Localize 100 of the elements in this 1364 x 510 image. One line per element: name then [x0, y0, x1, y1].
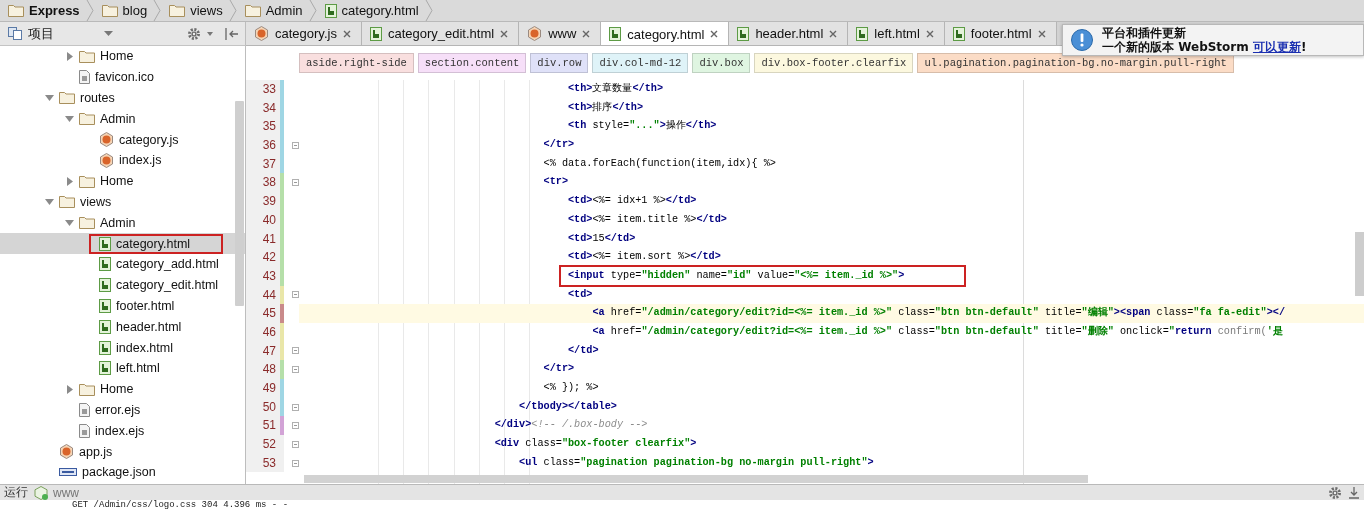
tag-path-item[interactable]: section.content — [417, 53, 527, 73]
hexagon-icon — [34, 485, 49, 500]
code-line: </div><!-- /.box-body --> — [493, 418, 649, 433]
folder-icon — [79, 174, 95, 188]
tree-item[interactable]: views — [0, 191, 245, 213]
collapse-panel-icon[interactable] — [225, 27, 239, 40]
fold-icon[interactable] — [291, 347, 299, 355]
hexagon-icon — [254, 26, 269, 41]
code-line: <td><%= item.title %></td> — [567, 212, 728, 227]
breadcrumb-item[interactable]: Admin — [236, 0, 309, 21]
hexagon-icon — [527, 26, 543, 41]
tree-item[interactable]: Home — [0, 170, 245, 192]
tree-item[interactable]: category.html — [0, 233, 245, 254]
tree-item[interactable]: header.html — [0, 316, 245, 338]
folder-icon — [59, 91, 75, 105]
editor-tab[interactable]: left.html — [848, 22, 945, 45]
close-icon[interactable] — [925, 29, 934, 38]
editor-tab[interactable]: category.html — [601, 22, 730, 45]
fold-icon[interactable] — [291, 366, 299, 374]
fold-icon[interactable] — [291, 141, 299, 149]
close-icon[interactable] — [1037, 29, 1046, 38]
tree-item[interactable]: Home — [0, 46, 245, 67]
run-configuration-tab[interactable]: www — [34, 485, 79, 500]
document-icon — [99, 236, 111, 251]
editor-tab[interactable]: category.js — [246, 22, 362, 45]
document-icon — [99, 298, 111, 313]
fold-icon[interactable] — [291, 422, 299, 430]
tree-item[interactable]: index.html — [0, 337, 245, 358]
tree-item[interactable]: category.js — [0, 129, 245, 150]
document-icon — [99, 278, 111, 293]
close-icon[interactable] — [829, 29, 838, 38]
document-icon — [99, 361, 111, 376]
notification-message: 一个新的版本 WebStorm 可以更新! — [1102, 40, 1307, 54]
fold-icon[interactable] — [291, 291, 299, 299]
tree-item[interactable]: error.ejs — [0, 399, 245, 421]
breadcrumb-item[interactable]: Express — [0, 0, 86, 21]
tag-path-item[interactable]: div.box-footer.clearfix — [754, 53, 914, 73]
editor-tab[interactable]: www — [519, 22, 602, 45]
tag-path-item[interactable]: div.box — [692, 53, 751, 73]
gear-icon[interactable] — [1328, 485, 1342, 500]
fold-icon[interactable] — [291, 440, 299, 448]
tree-item[interactable]: index.ejs — [0, 420, 245, 442]
fold-icon[interactable] — [291, 403, 299, 411]
document-icon — [609, 27, 622, 41]
caret-right-icon[interactable] — [66, 51, 73, 61]
close-icon[interactable] — [342, 29, 351, 38]
document-icon — [737, 26, 750, 41]
caret-down-icon[interactable] — [65, 219, 74, 226]
tree-item[interactable]: Home — [0, 378, 245, 400]
tree-item[interactable]: category_add.html — [0, 253, 245, 275]
breadcrumb-item[interactable]: views — [161, 0, 229, 21]
tree-item[interactable]: routes — [0, 87, 245, 109]
gear-icon[interactable] — [187, 26, 201, 41]
code-line: <th>排序</th> — [567, 100, 645, 115]
tag-path-item[interactable]: aside.right-side — [299, 53, 414, 73]
notification-title: 平台和插件更新 — [1102, 26, 1187, 40]
document-icon — [99, 257, 111, 272]
tree-item[interactable]: package.json — [0, 461, 245, 483]
scrollbar-thumb[interactable] — [235, 101, 244, 306]
fold-icon[interactable] — [291, 179, 299, 187]
fold-icon[interactable] — [291, 459, 299, 467]
tree-item[interactable]: Admin — [0, 212, 245, 234]
breadcrumb-item[interactable]: category.html — [316, 0, 425, 21]
folder-icon — [79, 112, 95, 126]
caret-down-icon[interactable] — [65, 115, 74, 122]
caret-right-icon[interactable] — [66, 384, 73, 394]
line-number: 33 — [246, 80, 280, 99]
folder-icon — [79, 49, 95, 63]
code-line: </tr> — [542, 138, 576, 153]
scrollbar-thumb[interactable] — [1355, 232, 1364, 296]
close-icon[interactable] — [582, 29, 591, 38]
caret-right-icon[interactable] — [66, 176, 73, 186]
hexagon-icon — [99, 132, 114, 148]
code-line: <td>15</td> — [567, 231, 637, 246]
close-icon[interactable] — [710, 30, 719, 38]
caret-down-icon[interactable] — [45, 95, 54, 101]
code-line: <td><%= item.sort %></td> — [567, 250, 722, 265]
editor-tab[interactable]: footer.html — [944, 22, 1057, 45]
tree-item[interactable]: left.html — [0, 357, 245, 379]
tree-item[interactable]: category_edit.html — [0, 274, 245, 296]
update-link[interactable]: 可以更新 — [1252, 40, 1301, 54]
editor-tab[interactable]: header.html — [729, 22, 849, 45]
info-icon — [1071, 29, 1093, 51]
tag-path-item[interactable]: div.col-md-12 — [592, 53, 689, 73]
console-line: GET /Admin/css/logo.css 304 4.396 ms - - — [72, 500, 290, 510]
close-icon[interactable] — [500, 29, 509, 38]
tree-item[interactable]: app.js — [0, 441, 245, 462]
caret-down-icon[interactable] — [45, 198, 54, 205]
pin-icon[interactable] — [1348, 485, 1360, 500]
tree-item[interactable]: footer.html — [0, 295, 245, 317]
tree-item[interactable]: favicon.ico — [0, 66, 245, 88]
document-icon — [369, 26, 382, 41]
scrollbar-thumb[interactable] — [304, 475, 1088, 483]
tag-path-item[interactable]: div.row — [530, 53, 589, 73]
tree-item[interactable]: index.js — [0, 150, 245, 171]
breadcrumb-item[interactable]: blog — [93, 0, 154, 21]
document-icon — [324, 3, 337, 18]
code-line: <div class="box-footer clearfix"> — [493, 437, 698, 452]
editor-tab[interactable]: category_edit.html — [361, 22, 520, 45]
tree-item[interactable]: Admin — [0, 108, 245, 130]
